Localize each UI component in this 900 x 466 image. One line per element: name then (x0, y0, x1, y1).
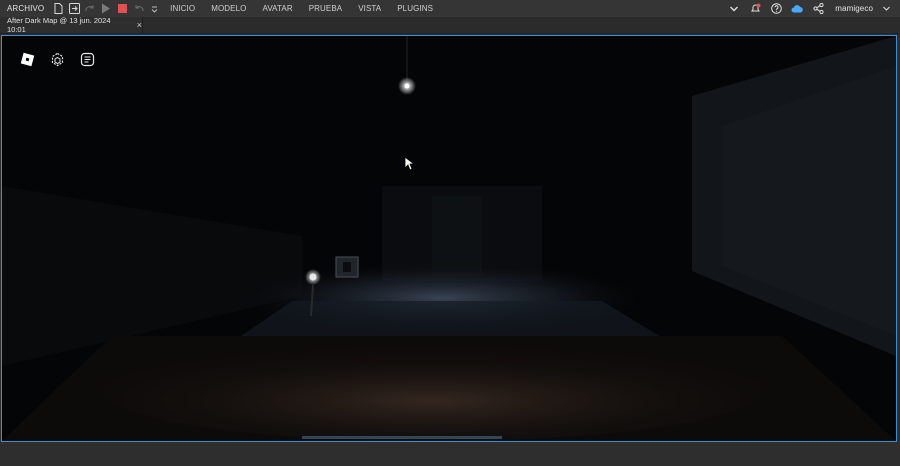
help-icon[interactable] (770, 3, 782, 15)
menu-plugins[interactable]: PLUGINS (389, 4, 441, 13)
menu-avatar[interactable]: AVATAR (254, 4, 300, 13)
new-file-icon[interactable] (52, 3, 64, 15)
cloud-icon[interactable] (791, 3, 804, 15)
undo-icon[interactable] (132, 3, 144, 15)
document-tab-strip: After Dark Map @ 13 jun. 2024 10:01 × (0, 16, 900, 34)
menu-vista[interactable]: VISTA (350, 4, 389, 13)
cube-icon[interactable] (49, 51, 65, 67)
scene-render (2, 36, 896, 441)
menu-prueba[interactable]: PRUEBA (301, 4, 351, 13)
mouse-cursor-icon (404, 156, 414, 171)
chevron-down-icon[interactable] (728, 3, 740, 15)
import-icon[interactable] (68, 3, 80, 15)
viewport-toolbar (19, 51, 95, 67)
menu-modelo[interactable]: MODELO (203, 4, 254, 13)
chat-icon[interactable] (79, 51, 95, 67)
3d-viewport[interactable] (1, 35, 897, 442)
username[interactable]: mamigeco (835, 4, 873, 13)
menu-inicio[interactable]: INICIO (162, 4, 203, 13)
roblox-logo-icon[interactable] (19, 51, 35, 67)
file-menu[interactable]: ARCHIVO (0, 4, 50, 13)
notification-icon[interactable] (749, 3, 761, 15)
bottom-bar (0, 444, 900, 466)
share-icon[interactable] (812, 3, 824, 15)
document-tab[interactable]: After Dark Map @ 13 jun. 2024 10:01 × (0, 16, 143, 34)
tab-title: After Dark Map @ 13 jun. 2024 10:01 (7, 16, 111, 34)
right-toolbar: mamigeco (726, 3, 900, 15)
close-icon[interactable]: × (137, 20, 142, 30)
play-icon[interactable] (100, 3, 112, 15)
redo-icon[interactable] (84, 3, 96, 15)
menu-bar: ARCHIVO INICIO MODELO AVATAR PRUEBA VIST… (0, 0, 900, 17)
quick-access-chevron-icon[interactable] (148, 3, 160, 15)
stop-icon[interactable] (116, 3, 128, 15)
user-chevron-down-icon[interactable] (880, 3, 892, 15)
